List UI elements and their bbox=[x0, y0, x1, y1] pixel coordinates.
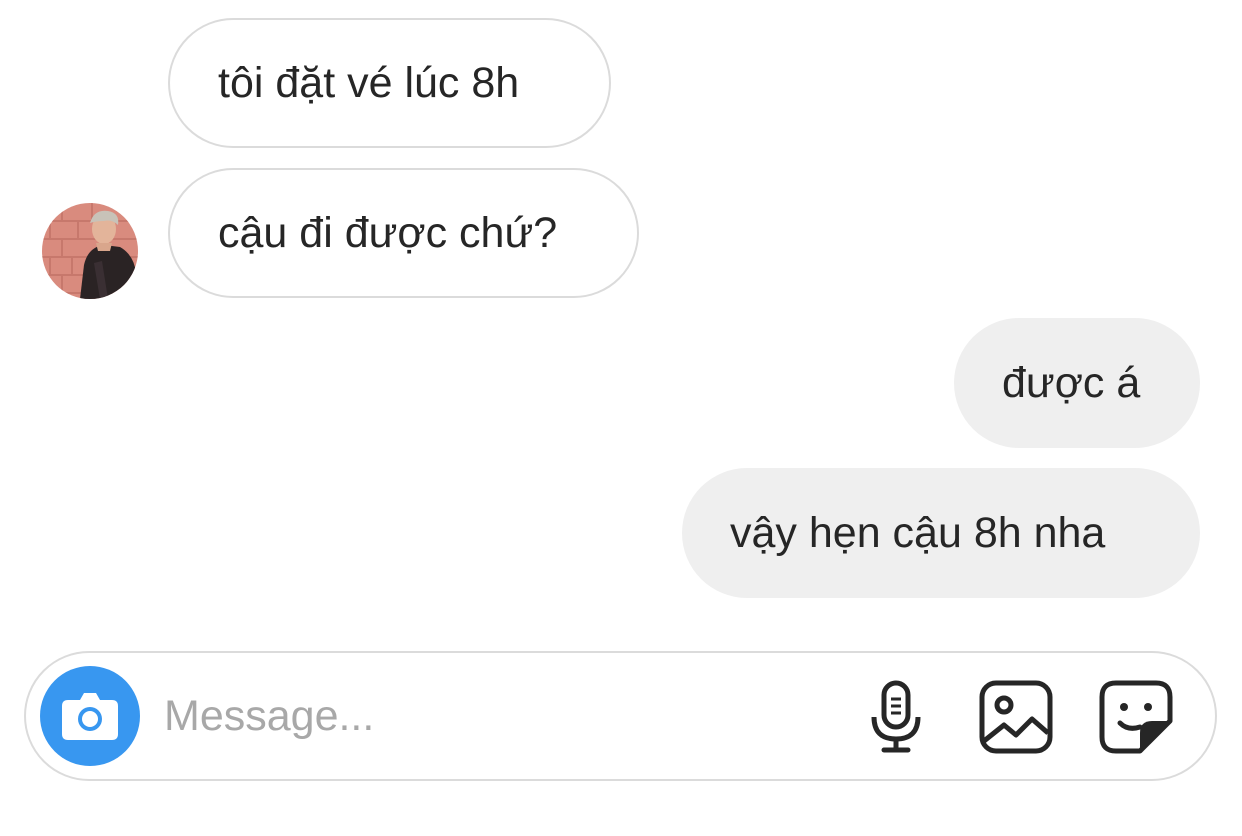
incoming-message-bubble[interactable]: tôi đặt vé lúc 8h bbox=[168, 18, 611, 148]
chat-thread: tôi đặt vé lúc 8h cậu đi được chứ? được … bbox=[0, 0, 1242, 836]
gallery-button[interactable] bbox=[976, 677, 1056, 757]
sticker-button[interactable] bbox=[1096, 677, 1176, 757]
contact-avatar[interactable] bbox=[42, 203, 138, 299]
message-composer bbox=[24, 651, 1217, 781]
camera-button[interactable] bbox=[40, 666, 140, 766]
incoming-message-bubble[interactable]: cậu đi được chứ? bbox=[168, 168, 639, 298]
avatar-photo bbox=[42, 203, 138, 299]
microphone-icon bbox=[871, 680, 921, 753]
message-input[interactable] bbox=[164, 681, 824, 751]
image-gallery-icon bbox=[979, 680, 1053, 754]
camera-icon bbox=[62, 693, 118, 740]
outgoing-message-bubble[interactable]: vậy hẹn cậu 8h nha bbox=[682, 468, 1200, 598]
sticker-icon bbox=[1099, 680, 1173, 754]
outgoing-message-bubble[interactable]: được á bbox=[954, 318, 1200, 448]
microphone-button[interactable] bbox=[856, 677, 936, 757]
